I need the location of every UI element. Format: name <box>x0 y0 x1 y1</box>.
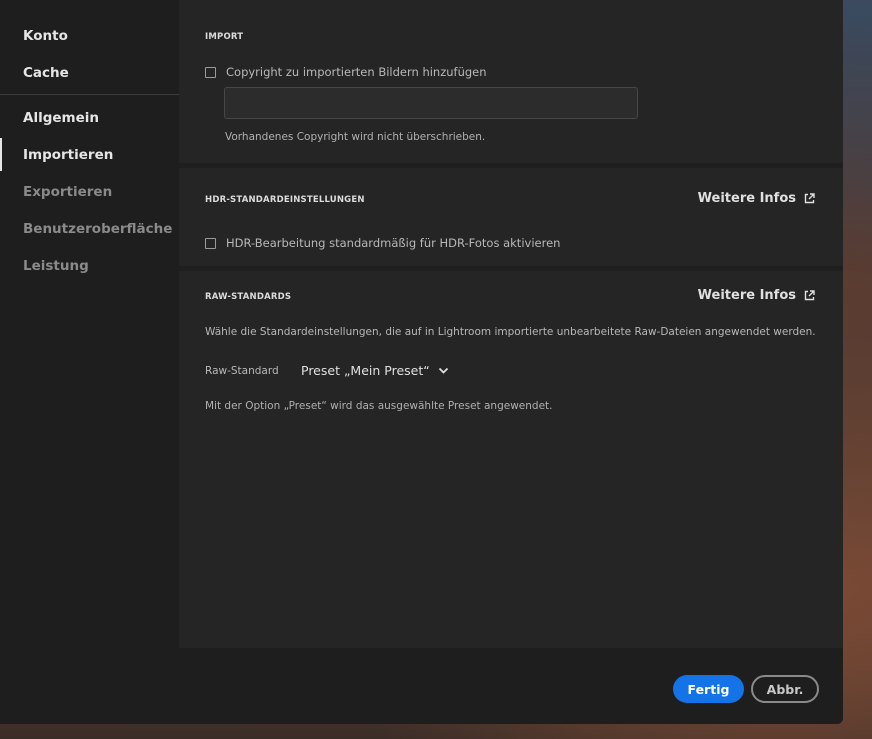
sidebar-item-allgemein[interactable]: Allgemein <box>23 109 99 127</box>
raw-standard-label: Raw-Standard <box>205 365 279 377</box>
sidebar-item-konto[interactable]: Konto <box>23 27 68 45</box>
hdr-section-title: HDR-STANDARDEINSTELLUNGEN <box>205 195 365 205</box>
copyright-helper-text: Vorhandenes Copyright wird nicht übersch… <box>225 131 486 143</box>
hdr-checkbox[interactable] <box>205 238 216 249</box>
external-link-icon <box>804 193 815 204</box>
preferences-dialog: Konto Cache Allgemein Importieren Export… <box>0 0 843 724</box>
copyright-input[interactable] <box>224 87 638 119</box>
hdr-more-info-label: Weitere Infos <box>697 191 796 206</box>
sidebar-item-importieren[interactable]: Importieren <box>23 146 113 164</box>
chevron-down-icon <box>438 367 448 374</box>
raw-description: Wähle die Standardeinstellungen, die auf… <box>205 326 816 338</box>
raw-more-info-label: Weitere Infos <box>697 288 796 303</box>
raw-standard-value: Preset „Mein Preset“ <box>301 363 430 378</box>
sidebar-item-cache[interactable]: Cache <box>23 64 69 82</box>
preferences-content: IMPORT Copyright zu importierten Bildern… <box>179 0 843 648</box>
copyright-checkbox-label[interactable]: Copyright zu importierten Bildern hinzuf… <box>226 65 487 79</box>
active-item-indicator <box>0 138 2 171</box>
sidebar-item-exportieren[interactable]: Exportieren <box>23 183 112 201</box>
sidebar-item-benutzeroberflaeche[interactable]: Benutzeroberfläche <box>23 220 172 238</box>
copyright-checkbox[interactable] <box>205 67 216 78</box>
hdr-more-info-link[interactable]: Weitere Infos <box>698 191 815 206</box>
cancel-button[interactable]: Abbr. <box>751 675 819 703</box>
dialog-footer: Fertig Abbr. <box>179 648 843 724</box>
sidebar-divider <box>0 94 179 95</box>
sidebar-item-leistung[interactable]: Leistung <box>23 257 89 275</box>
done-button[interactable]: Fertig <box>673 675 744 703</box>
raw-helper-text: Mit der Option „Preset“ wird das ausgewä… <box>205 400 553 412</box>
section-separator <box>179 266 843 271</box>
hdr-checkbox-label[interactable]: HDR-Bearbeitung standardmäßig für HDR-Fo… <box>226 236 560 250</box>
import-section-title: IMPORT <box>205 32 244 42</box>
raw-more-info-link[interactable]: Weitere Infos <box>698 288 815 303</box>
raw-standard-dropdown[interactable]: Preset „Mein Preset“ <box>301 363 449 378</box>
preferences-sidebar: Konto Cache Allgemein Importieren Export… <box>0 0 179 724</box>
raw-section-title: RAW-STANDARDS <box>205 292 292 302</box>
section-separator <box>179 163 843 168</box>
external-link-icon <box>804 290 815 301</box>
